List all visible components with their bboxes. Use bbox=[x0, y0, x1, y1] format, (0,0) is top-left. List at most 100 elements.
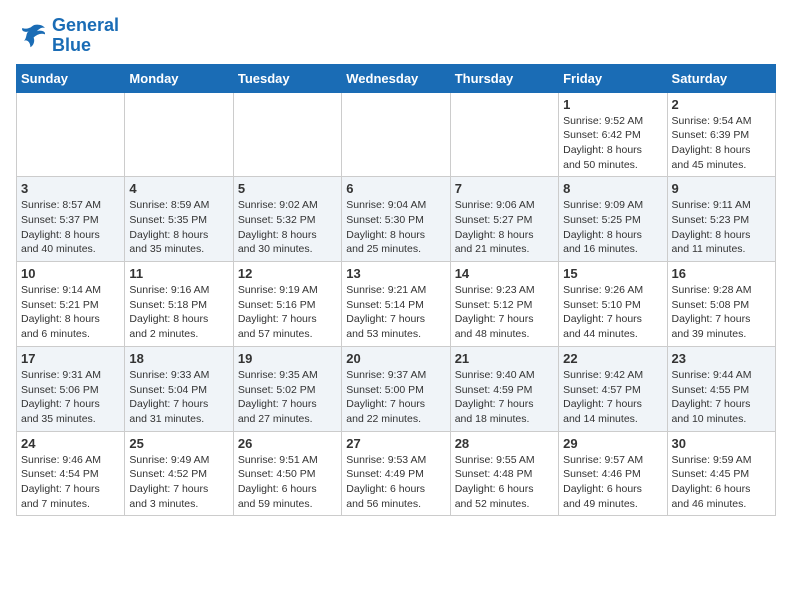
day-info: Sunrise: 9:28 AM Sunset: 5:08 PM Dayligh… bbox=[672, 283, 771, 342]
day-number: 5 bbox=[238, 181, 337, 196]
day-info: Sunrise: 9:26 AM Sunset: 5:10 PM Dayligh… bbox=[563, 283, 662, 342]
day-number: 23 bbox=[672, 351, 771, 366]
day-number: 14 bbox=[455, 266, 554, 281]
day-info: Sunrise: 9:42 AM Sunset: 4:57 PM Dayligh… bbox=[563, 368, 662, 427]
day-number: 6 bbox=[346, 181, 445, 196]
calendar-cell bbox=[233, 92, 341, 177]
day-info: Sunrise: 9:33 AM Sunset: 5:04 PM Dayligh… bbox=[129, 368, 228, 427]
calendar-cell: 30 Sunrise: 9:59 AM Sunset: 4:45 PM Dayli… bbox=[667, 431, 775, 516]
day-number: 10 bbox=[21, 266, 120, 281]
day-info: Sunrise: 9:09 AM Sunset: 5:25 PM Dayligh… bbox=[563, 198, 662, 257]
day-info: Sunrise: 8:59 AM Sunset: 5:35 PM Dayligh… bbox=[129, 198, 228, 257]
calendar-cell: 11 Sunrise: 9:16 AM Sunset: 5:18 PM Dayli… bbox=[125, 262, 233, 347]
day-number: 8 bbox=[563, 181, 662, 196]
day-number: 3 bbox=[21, 181, 120, 196]
calendar-cell: 4 Sunrise: 8:59 AM Sunset: 5:35 PM Daylig… bbox=[125, 177, 233, 262]
day-info: Sunrise: 9:53 AM Sunset: 4:49 PM Dayligh… bbox=[346, 453, 445, 512]
day-number: 16 bbox=[672, 266, 771, 281]
day-info: Sunrise: 9:06 AM Sunset: 5:27 PM Dayligh… bbox=[455, 198, 554, 257]
header-friday: Friday bbox=[559, 64, 667, 92]
day-number: 7 bbox=[455, 181, 554, 196]
calendar-cell: 8 Sunrise: 9:09 AM Sunset: 5:25 PM Daylig… bbox=[559, 177, 667, 262]
day-number: 29 bbox=[563, 436, 662, 451]
logo-text: General Blue bbox=[52, 16, 119, 56]
day-info: Sunrise: 8:57 AM Sunset: 5:37 PM Dayligh… bbox=[21, 198, 120, 257]
day-number: 26 bbox=[238, 436, 337, 451]
day-info: Sunrise: 9:40 AM Sunset: 4:59 PM Dayligh… bbox=[455, 368, 554, 427]
day-number: 11 bbox=[129, 266, 228, 281]
day-number: 17 bbox=[21, 351, 120, 366]
day-info: Sunrise: 9:16 AM Sunset: 5:18 PM Dayligh… bbox=[129, 283, 228, 342]
day-info: Sunrise: 9:51 AM Sunset: 4:50 PM Dayligh… bbox=[238, 453, 337, 512]
day-info: Sunrise: 9:19 AM Sunset: 5:16 PM Dayligh… bbox=[238, 283, 337, 342]
day-info: Sunrise: 9:21 AM Sunset: 5:14 PM Dayligh… bbox=[346, 283, 445, 342]
day-number: 20 bbox=[346, 351, 445, 366]
calendar-cell: 9 Sunrise: 9:11 AM Sunset: 5:23 PM Daylig… bbox=[667, 177, 775, 262]
day-info: Sunrise: 9:49 AM Sunset: 4:52 PM Dayligh… bbox=[129, 453, 228, 512]
day-info: Sunrise: 9:54 AM Sunset: 6:39 PM Dayligh… bbox=[672, 114, 771, 173]
day-info: Sunrise: 9:23 AM Sunset: 5:12 PM Dayligh… bbox=[455, 283, 554, 342]
day-number: 28 bbox=[455, 436, 554, 451]
logo: General Blue bbox=[16, 16, 119, 56]
header-tuesday: Tuesday bbox=[233, 64, 341, 92]
day-info: Sunrise: 9:57 AM Sunset: 4:46 PM Dayligh… bbox=[563, 453, 662, 512]
calendar-cell: 26 Sunrise: 9:51 AM Sunset: 4:50 PM Dayli… bbox=[233, 431, 341, 516]
calendar-cell: 18 Sunrise: 9:33 AM Sunset: 5:04 PM Dayli… bbox=[125, 346, 233, 431]
day-number: 9 bbox=[672, 181, 771, 196]
day-number: 2 bbox=[672, 97, 771, 112]
day-number: 30 bbox=[672, 436, 771, 451]
calendar-week-row: 17 Sunrise: 9:31 AM Sunset: 5:06 PM Dayli… bbox=[17, 346, 776, 431]
logo-bird-icon bbox=[16, 20, 48, 52]
calendar-cell: 7 Sunrise: 9:06 AM Sunset: 5:27 PM Daylig… bbox=[450, 177, 558, 262]
day-number: 1 bbox=[563, 97, 662, 112]
calendar-table: SundayMondayTuesdayWednesdayThursdayFrid… bbox=[16, 64, 776, 517]
day-number: 25 bbox=[129, 436, 228, 451]
day-number: 18 bbox=[129, 351, 228, 366]
calendar-cell: 16 Sunrise: 9:28 AM Sunset: 5:08 PM Dayli… bbox=[667, 262, 775, 347]
calendar-cell: 14 Sunrise: 9:23 AM Sunset: 5:12 PM Dayli… bbox=[450, 262, 558, 347]
day-info: Sunrise: 9:44 AM Sunset: 4:55 PM Dayligh… bbox=[672, 368, 771, 427]
day-info: Sunrise: 9:59 AM Sunset: 4:45 PM Dayligh… bbox=[672, 453, 771, 512]
calendar-cell: 28 Sunrise: 9:55 AM Sunset: 4:48 PM Dayli… bbox=[450, 431, 558, 516]
day-number: 22 bbox=[563, 351, 662, 366]
calendar-header-row: SundayMondayTuesdayWednesdayThursdayFrid… bbox=[17, 64, 776, 92]
header-wednesday: Wednesday bbox=[342, 64, 450, 92]
calendar-week-row: 3 Sunrise: 8:57 AM Sunset: 5:37 PM Daylig… bbox=[17, 177, 776, 262]
day-info: Sunrise: 9:31 AM Sunset: 5:06 PM Dayligh… bbox=[21, 368, 120, 427]
calendar-cell bbox=[125, 92, 233, 177]
calendar-cell: 19 Sunrise: 9:35 AM Sunset: 5:02 PM Dayli… bbox=[233, 346, 341, 431]
day-info: Sunrise: 9:35 AM Sunset: 5:02 PM Dayligh… bbox=[238, 368, 337, 427]
calendar-cell: 13Sunrise: 9:21 AM Sunset: 5:14 PM Dayli… bbox=[342, 262, 450, 347]
calendar-cell bbox=[342, 92, 450, 177]
calendar-week-row: 24Sunrise: 9:46 AM Sunset: 4:54 PM Dayli… bbox=[17, 431, 776, 516]
calendar-cell: 24Sunrise: 9:46 AM Sunset: 4:54 PM Dayli… bbox=[17, 431, 125, 516]
day-info: Sunrise: 9:14 AM Sunset: 5:21 PM Dayligh… bbox=[21, 283, 120, 342]
header-saturday: Saturday bbox=[667, 64, 775, 92]
calendar-cell: 3 Sunrise: 8:57 AM Sunset: 5:37 PM Daylig… bbox=[17, 177, 125, 262]
calendar-cell: 15 Sunrise: 9:26 AM Sunset: 5:10 PM Dayli… bbox=[559, 262, 667, 347]
calendar-cell bbox=[17, 92, 125, 177]
day-info: Sunrise: 9:46 AM Sunset: 4:54 PM Dayligh… bbox=[21, 453, 120, 512]
day-number: 15 bbox=[563, 266, 662, 281]
header-thursday: Thursday bbox=[450, 64, 558, 92]
calendar-cell: 12 Sunrise: 9:19 AM Sunset: 5:16 PM Dayli… bbox=[233, 262, 341, 347]
day-number: 4 bbox=[129, 181, 228, 196]
calendar-cell: 20Sunrise: 9:37 AM Sunset: 5:00 PM Dayli… bbox=[342, 346, 450, 431]
header-sunday: Sunday bbox=[17, 64, 125, 92]
calendar-cell: 2 Sunrise: 9:54 AM Sunset: 6:39 PM Daylig… bbox=[667, 92, 775, 177]
calendar-cell: 21Sunrise: 9:40 AM Sunset: 4:59 PM Dayli… bbox=[450, 346, 558, 431]
day-info: Sunrise: 9:52 AM Sunset: 6:42 PM Dayligh… bbox=[563, 114, 662, 173]
day-number: 19 bbox=[238, 351, 337, 366]
header-monday: Monday bbox=[125, 64, 233, 92]
calendar-cell: 10 Sunrise: 9:14 AM Sunset: 5:21 PM Dayli… bbox=[17, 262, 125, 347]
day-info: Sunrise: 9:11 AM Sunset: 5:23 PM Dayligh… bbox=[672, 198, 771, 257]
calendar-cell: 17 Sunrise: 9:31 AM Sunset: 5:06 PM Dayli… bbox=[17, 346, 125, 431]
day-info: Sunrise: 9:02 AM Sunset: 5:32 PM Dayligh… bbox=[238, 198, 337, 257]
calendar-week-row: 10 Sunrise: 9:14 AM Sunset: 5:21 PM Dayli… bbox=[17, 262, 776, 347]
day-number: 12 bbox=[238, 266, 337, 281]
day-info: Sunrise: 9:55 AM Sunset: 4:48 PM Dayligh… bbox=[455, 453, 554, 512]
calendar-cell: 29 Sunrise: 9:57 AM Sunset: 4:46 PM Dayli… bbox=[559, 431, 667, 516]
calendar-cell: 1 Sunrise: 9:52 AM Sunset: 6:42 PM Daylig… bbox=[559, 92, 667, 177]
calendar-cell: 6 Sunrise: 9:04 AM Sunset: 5:30 PM Daylig… bbox=[342, 177, 450, 262]
day-info: Sunrise: 9:04 AM Sunset: 5:30 PM Dayligh… bbox=[346, 198, 445, 257]
